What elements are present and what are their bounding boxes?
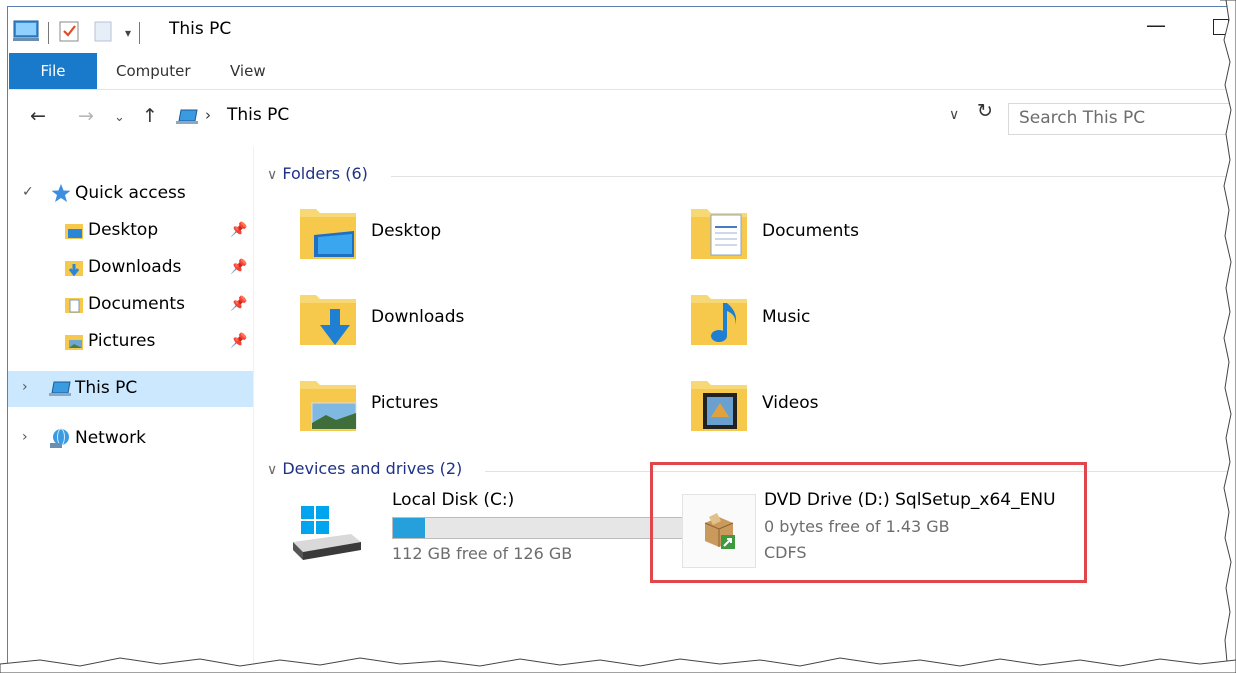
pin-icon[interactable]: 📌 [230, 296, 247, 312]
this-pc-icon [48, 380, 74, 402]
folder-name: Music [762, 307, 811, 327]
nav-item-label: Documents [88, 294, 185, 314]
documents-folder-icon [64, 295, 84, 319]
pictures-folder-icon [296, 373, 360, 441]
toolbar-separator [48, 22, 49, 44]
documents-folder-icon [687, 201, 751, 269]
folder-name: Pictures [371, 393, 439, 413]
music-folder-icon [687, 287, 751, 355]
recent-locations-chevron-icon[interactable]: ⌄ [114, 110, 125, 125]
breadcrumb-chevron-icon[interactable]: › [205, 106, 211, 124]
folder-name: Videos [762, 393, 819, 413]
folder-desktop[interactable]: Desktop [296, 199, 676, 271]
tab-view[interactable]: View [230, 53, 266, 89]
quick-access-toolbar: ▾ [12, 19, 148, 47]
folder-videos[interactable]: Videos [687, 371, 1067, 443]
drive-usage-bar [392, 517, 686, 539]
up-arrow-icon[interactable]: ↑ [142, 105, 158, 127]
folder-music[interactable]: Music [687, 285, 1067, 357]
downloads-folder-icon [296, 287, 360, 355]
nav-item-label: Desktop [88, 220, 159, 240]
pin-icon[interactable]: 📌 [230, 222, 247, 238]
navigation-pane: ✓ Quick access Desktop 📌 Downloads 📌 Doc… [8, 147, 254, 669]
desktop-folder-icon [296, 201, 360, 269]
nav-network-label: Network [75, 428, 146, 448]
pin-icon[interactable]: 📌 [230, 333, 247, 349]
tab-file[interactable]: File [9, 53, 97, 89]
torn-edge-bottom [0, 657, 1236, 673]
this-pc-icon [175, 108, 201, 130]
content-pane: ∨ Folders (6) Desktop Documents Download… [261, 147, 1230, 669]
ribbon-tabs: File Computer View [8, 53, 1230, 90]
desktop-folder-icon [64, 221, 84, 245]
refresh-icon[interactable]: ↻ [977, 100, 993, 122]
devices-group-header[interactable]: ∨ Devices and drives (2) [267, 459, 462, 483]
pin-icon[interactable]: 📌 [230, 259, 247, 275]
nav-this-pc-label: This PC [75, 378, 138, 398]
nav-item-label: Downloads [88, 257, 182, 277]
folder-name: Downloads [371, 307, 465, 327]
devices-group-label: Devices and drives (2) [282, 459, 463, 478]
window-title: This PC [169, 19, 232, 39]
nav-quick-access[interactable]: ✓ Quick access [8, 176, 253, 212]
toolbar-separator [139, 22, 141, 44]
folder-pictures[interactable]: Pictures [296, 371, 676, 443]
folders-group-header[interactable]: ∨ Folders (6) [267, 164, 368, 188]
address-bar[interactable]: › This PC ∨ [171, 102, 1001, 132]
pictures-folder-icon [64, 332, 84, 356]
star-icon [50, 182, 72, 208]
nav-network[interactable]: › Network [8, 421, 253, 457]
nav-item-downloads[interactable]: Downloads 📌 [8, 250, 253, 286]
folder-name: Documents [762, 221, 859, 241]
title-bar: ▾ This PC — [8, 7, 1230, 53]
customize-toolbar-dropdown-icon[interactable]: ▾ [125, 26, 131, 40]
nav-this-pc[interactable]: › This PC [8, 371, 253, 407]
new-folder-icon[interactable] [91, 19, 115, 47]
videos-folder-icon [687, 373, 751, 441]
search-box[interactable]: Search This PC [1008, 103, 1230, 135]
folder-name: Desktop [371, 221, 442, 241]
collapse-chevron-icon[interactable]: ∨ [267, 167, 277, 183]
expand-chevron-icon[interactable]: › [22, 379, 28, 395]
drive-usage-fill [393, 518, 426, 538]
expand-chevron-icon[interactable]: › [22, 429, 28, 445]
network-icon [48, 428, 72, 454]
collapse-chevron-icon[interactable]: ∨ [267, 462, 277, 478]
highlight-box [650, 462, 1087, 583]
tab-computer[interactable]: Computer [116, 53, 191, 89]
back-arrow-icon[interactable]: ← [30, 105, 46, 127]
downloads-folder-icon [64, 258, 84, 282]
breadcrumb-this-pc[interactable]: This PC [227, 105, 289, 125]
nav-item-label: Pictures [88, 331, 156, 351]
minimize-button[interactable]: — [1144, 13, 1168, 43]
drive-name: Local Disk (C:) [392, 490, 515, 510]
properties-icon[interactable] [57, 19, 81, 47]
address-dropdown-icon[interactable]: ∨ [949, 107, 959, 123]
nav-item-desktop[interactable]: Desktop 📌 [8, 213, 253, 249]
group-divider [391, 176, 1230, 177]
search-placeholder: Search This PC [1019, 108, 1146, 128]
folders-group-label: Folders (6) [282, 164, 368, 183]
folder-documents[interactable]: Documents [687, 199, 1067, 271]
torn-edge-right [1220, 0, 1236, 673]
windows-drive-icon [289, 504, 365, 568]
computer-icon[interactable] [12, 19, 40, 47]
nav-item-documents[interactable]: Documents 📌 [8, 287, 253, 323]
drive-free-space: 112 GB free of 126 GB [392, 544, 573, 563]
forward-arrow-icon[interactable]: → [78, 105, 94, 127]
nav-quick-access-label: Quick access [75, 183, 186, 203]
folder-downloads[interactable]: Downloads [296, 285, 676, 357]
nav-item-pictures[interactable]: Pictures 📌 [8, 324, 253, 360]
drive-local-disk-c[interactable]: Local Disk (C:) 112 GB free of 126 GB [283, 490, 686, 580]
expand-chevron-icon[interactable]: ✓ [22, 184, 34, 200]
